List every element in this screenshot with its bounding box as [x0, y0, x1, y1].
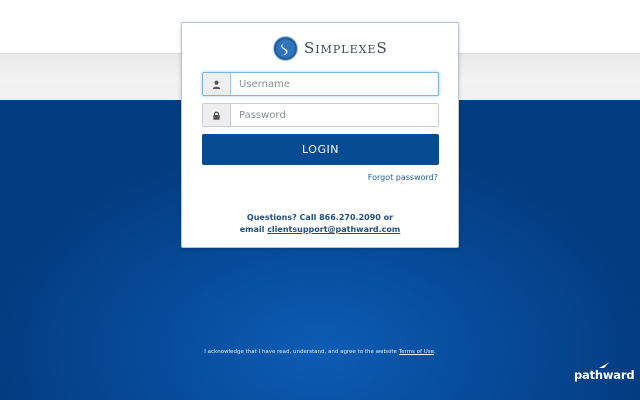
- terms-text: I acknowledge that I have read, understa…: [204, 349, 397, 355]
- brand: SimplexeS: [273, 35, 388, 61]
- lock-icon: [213, 111, 220, 120]
- forgot-password-link[interactable]: Forgot password?: [368, 173, 438, 182]
- terms-of-use-link[interactable]: Terms of Use: [399, 349, 434, 355]
- username-field: [202, 72, 439, 96]
- support-phone-text: Questions? Call 866.270.2090 or: [246, 213, 394, 222]
- pathward-logo-text: pathward: [574, 368, 635, 382]
- username-input[interactable]: [231, 73, 438, 95]
- support-info: Questions? Call 866.270.2090 or email cl…: [182, 212, 458, 236]
- support-email-prefix: email: [239, 225, 265, 234]
- terms-notice: I acknowledge that I have read, understa…: [0, 349, 640, 355]
- support-email-link[interactable]: clientsupport@pathward.com: [267, 225, 400, 234]
- brand-name: SimplexeS: [304, 39, 388, 57]
- login-card: SimplexeS LOGIN Forgot password?: [181, 22, 459, 248]
- user-icon: [212, 80, 221, 89]
- password-addon: [203, 104, 231, 126]
- password-field: [202, 103, 439, 127]
- simplexes-logo-icon: [273, 35, 298, 61]
- terms-suffix: .: [433, 349, 436, 355]
- pathward-logo: pathward: [574, 362, 635, 386]
- page: SimplexeS LOGIN Forgot password?: [0, 0, 640, 400]
- support-email-line: email clientsupport@pathward.com: [182, 224, 458, 236]
- username-addon: [203, 73, 231, 95]
- login-button[interactable]: LOGIN: [202, 134, 439, 165]
- password-input[interactable]: [231, 104, 438, 126]
